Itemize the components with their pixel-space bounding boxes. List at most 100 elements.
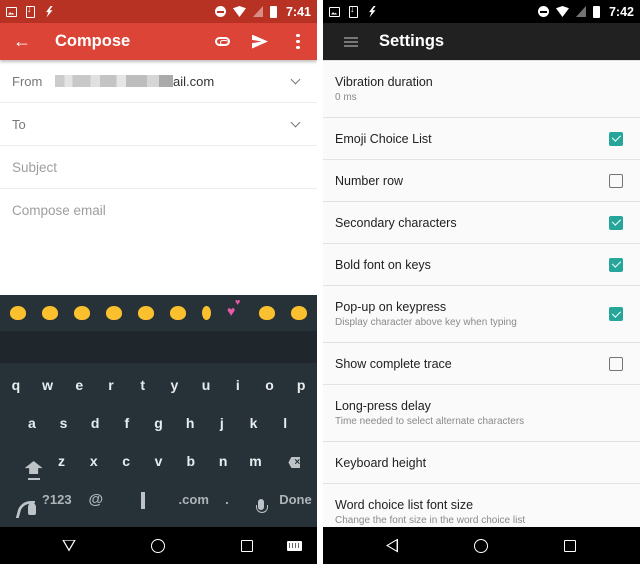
key[interactable]: b [175,453,207,469]
symbols-key[interactable]: ?123 [35,492,78,507]
emoji-blushing-icon[interactable] [170,306,186,320]
key[interactable]: j [206,415,238,431]
setting-subtitle: Change the font size in the word choice … [335,515,526,526]
dotcom-key[interactable]: .com [172,492,215,507]
at-key[interactable]: @ [78,491,113,508]
nav-recents-button[interactable] [550,527,590,564]
key[interactable]: g [143,415,175,431]
setting-vibration-duration[interactable]: Vibration duration 0 ms [323,61,640,118]
emoji-heart-eyes-icon[interactable] [42,306,58,320]
key-row-3: z x c v b n m × [0,445,317,477]
key[interactable]: e [63,377,95,393]
setting-long-press-delay[interactable]: Long-press delay Time needed to select a… [323,385,640,442]
setting-emoji-choice-list[interactable]: Emoji Choice List [323,118,640,160]
to-label: To [12,116,26,132]
key[interactable]: d [79,415,111,431]
space-key[interactable] [113,491,172,509]
subject-input[interactable]: Subject [0,146,317,189]
setting-title: Word choice list font size [335,498,474,512]
back-arrow-icon[interactable]: ← [0,31,44,52]
key[interactable]: n [207,453,239,469]
home-icon [474,538,488,553]
checkbox-checked[interactable] [609,131,623,146]
nav-recents-button[interactable] [227,527,267,564]
emoji-smiling-icon[interactable] [74,306,90,320]
key[interactable]: c [110,453,142,469]
setting-show-complete-trace[interactable]: Show complete trace [323,343,640,385]
nav-back-button[interactable] [372,527,412,564]
space-icon [140,491,145,509]
key[interactable]: u [190,377,222,393]
image-notification-icon [6,6,17,17]
setting-keyboard-height[interactable]: Keyboard height [323,442,640,484]
no-signal-icon [575,6,586,17]
setting-bold-font-on-keys[interactable]: Bold font on keys [323,244,640,286]
setting-popup-on-keypress[interactable]: Pop-up on keypress Display character abo… [323,286,640,343]
key[interactable]: s [48,415,80,431]
charging-bolt-icon [369,5,376,18]
recents-icon [564,539,576,552]
compose-body-input[interactable]: Compose email [0,189,317,292]
key[interactable]: z [45,453,77,469]
status-bar: 7:42 [323,0,640,23]
chevron-down-icon[interactable] [290,117,301,127]
setting-title: Secondary characters [335,215,457,230]
checkbox-checked[interactable] [609,307,623,321]
key[interactable]: w [32,377,64,393]
nav-home-button[interactable] [461,527,501,564]
checkbox-checked[interactable] [609,257,623,272]
setting-word-choice-font-size[interactable]: Word choice list font size Change the fo… [323,484,640,527]
from-field[interactable]: From ail.com [0,60,317,103]
emoji-ok-hand-icon[interactable] [202,306,211,320]
settings-app-bar: Settings [323,23,640,60]
nav-back-button[interactable] [49,527,89,564]
suggestion-strip [0,331,317,363]
keyboard-switcher-button[interactable] [274,527,314,564]
status-time: 7:42 [608,4,634,19]
setting-number-row[interactable]: Number row [323,160,640,202]
checkbox-checked[interactable] [609,215,623,230]
menu-icon[interactable] [323,36,379,47]
key[interactable]: m [239,453,271,469]
back-icon [386,539,398,553]
backspace-key[interactable]: × [272,452,317,470]
settings-list[interactable]: Vibration duration 0 ms Emoji Choice Lis… [323,60,640,527]
key[interactable]: l [269,415,301,431]
to-field[interactable]: To [0,103,317,146]
key[interactable]: f [111,415,143,431]
emoji-smirk-icon[interactable] [259,306,275,320]
emoji-grinning-icon[interactable] [10,306,26,320]
key[interactable]: x [78,453,110,469]
key[interactable]: h [174,415,206,431]
emoji-kissing-heart-icon[interactable] [291,306,307,320]
key[interactable]: k [238,415,270,431]
settings-screen: 7:42 Settings Vibration duration 0 ms Em… [323,0,640,564]
do-not-disturb-icon [214,6,226,17]
period-key[interactable]: . [215,492,238,507]
key[interactable]: a [16,415,48,431]
checkbox-unchecked[interactable] [609,356,623,371]
send-button[interactable] [241,23,279,60]
setting-title: Long-press delay [335,399,431,413]
attach-button[interactable] [203,23,241,60]
status-time: 7:41 [285,4,311,19]
done-key[interactable]: Done [274,492,317,507]
key[interactable]: v [142,453,174,469]
key[interactable]: i [222,377,254,393]
checkbox-unchecked[interactable] [609,173,623,188]
emoji-expressionless-icon[interactable] [138,306,154,320]
emoji-crying-laughing-icon[interactable] [106,306,122,320]
key[interactable]: r [95,377,127,393]
key[interactable]: p [285,377,317,393]
key[interactable]: t [127,377,159,393]
chevron-down-icon[interactable] [290,74,301,84]
emoji-two-hearts-icon[interactable] [227,297,243,320]
key-row-1: q w e r t y u i o p [0,369,317,401]
key[interactable]: y [159,377,191,393]
key[interactable]: q [0,377,32,393]
nav-home-button[interactable] [138,527,178,564]
more-options-button[interactable] [279,23,317,60]
setting-secondary-characters[interactable]: Secondary characters [323,202,640,244]
image-notification-icon [329,6,340,17]
key[interactable]: o [254,377,286,393]
